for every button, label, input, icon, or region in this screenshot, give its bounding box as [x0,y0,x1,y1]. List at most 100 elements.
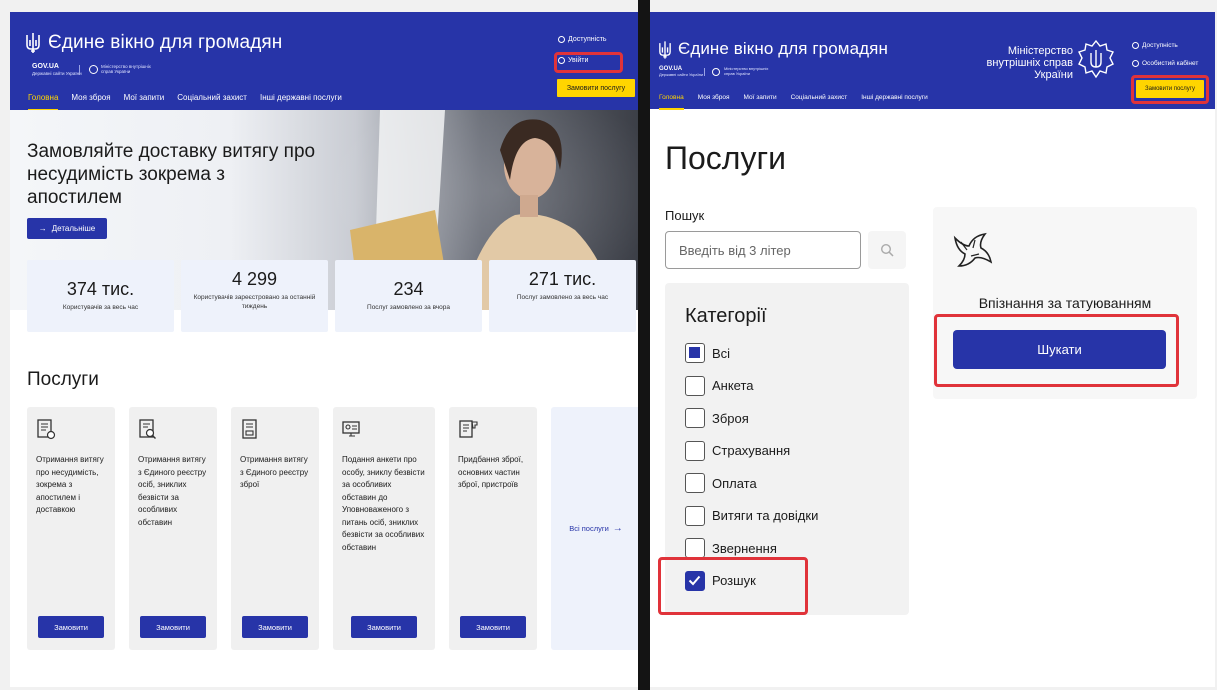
service-cards: Отримання витягу про несудимість, зокрем… [27,407,638,650]
nav-item-my-requests[interactable]: Мої запити [124,93,165,102]
mvs-label: Міністерство внутрішніх справ України [101,64,151,75]
gov-sub-label: Державні сайти України [659,72,704,77]
search-label: Пошук [665,208,705,223]
service-card-title: Отримання витягу з Єдиного реєстру зброї [240,455,309,489]
nav-item-home[interactable]: Головна [659,94,684,110]
globe-icon [712,68,720,76]
nav-item-home[interactable]: Головна [28,93,59,111]
trident-icon [26,33,40,53]
right-screenshot: Єдине вікно для громадян GOV.UA Державні… [650,12,1215,687]
checkbox[interactable] [685,408,705,428]
all-services-link[interactable]: Всі послуги → [551,407,638,650]
tattoo-card-title: Впізнання за татуюванням [978,295,1152,311]
checkbox[interactable] [685,343,705,363]
order-button[interactable]: Замовити [140,616,206,638]
order-button[interactable]: Замовити [242,616,308,638]
category-label: Розшук [712,573,756,588]
checkmark-icon [688,575,701,585]
service-card[interactable]: Придбання зброї, основних частин зброї, … [449,407,537,650]
service-card[interactable]: Подання анкети про особу, зниклу безвіст… [333,407,435,650]
stat-label: Послуг замовлено за весь час [516,294,609,301]
order-service-button[interactable]: Замовити послугу [557,79,635,97]
category-appeals[interactable]: Звернення [685,538,818,558]
category-weapon[interactable]: Зброя [685,408,818,428]
category-all[interactable]: Всі [685,343,818,363]
globe-icon [89,65,98,74]
search-icon [880,243,894,257]
stat-label: Користувачів зареєстровано за останній т… [193,294,316,310]
document-stamp-icon [242,419,257,439]
order-service-button[interactable]: Замовити послугу [1136,80,1204,98]
checkbox[interactable] [685,538,705,558]
service-card-title: Отримання витягу з Єдиного реєстру осіб,… [138,455,207,527]
page-title: Послуги [665,140,787,176]
checkbox[interactable] [685,570,705,591]
site-header: Єдине вікно для громадян GOV.UA Державні… [10,12,638,111]
nav-item-other-services[interactable]: Інші державні послуги [861,94,928,101]
all-services-label: Всі послуги [569,524,609,533]
stat-label: Користувачів за весь час [62,304,139,311]
category-label: Страхування [712,443,791,458]
category-extracts[interactable]: Витяги та довідки [685,505,818,526]
left-screenshot: Єдине вікно для громадян GOV.UA Державні… [10,12,638,687]
site-title[interactable]: Єдине вікно для громадян [48,32,282,54]
services-heading: Послуги [27,369,99,390]
header-separator [704,68,705,76]
stat-value: 374 тис. [66,279,135,299]
monitor-form-icon [342,421,360,437]
gov-ua-label[interactable]: GOV.UA [32,63,59,70]
accessibility-link[interactable]: Доступність [1132,42,1178,49]
category-insurance[interactable]: Страхування [685,440,818,461]
checkbox[interactable] [685,473,705,493]
hero-title: Замовляйте доставку витягу про несудиміс… [27,141,316,208]
search-button[interactable] [868,231,906,269]
site-header: Єдине вікно для громадян GOV.UA Державні… [650,12,1215,110]
nav-item-my-requests[interactable]: Мої запити [744,94,777,101]
category-questionnaire[interactable]: Анкета [685,375,818,396]
stat-label: Послуг замовлено за вчора [367,304,450,311]
nav-item-my-weapon[interactable]: Моя зброя [71,93,110,102]
stats-row: 374 тис. Користувачів за весь час 4 299 … [27,260,636,332]
tattoo-service-card: Впізнання за татуюванням [933,207,1197,399]
screenshot-divider [638,0,650,690]
details-button[interactable]: → Детальніше [27,218,107,239]
categories-heading: Категорії [685,305,767,327]
find-button[interactable]: Шукати [953,330,1166,369]
order-button[interactable]: Замовити [38,616,104,638]
site-title[interactable]: Єдине вікно для громадян [678,39,888,59]
category-label: Всі [712,345,731,361]
category-label: Звернення [712,540,777,556]
categories-panel: Категорії Всі Анкета Зброя Страхування О… [665,283,909,615]
service-card-title: Придбання зброї, основних частин зброї, … [458,455,524,489]
nav-item-my-weapon[interactable]: Моя зброя [698,94,730,101]
checkbox[interactable] [685,505,705,526]
mvs-label: Міністерство внутрішніх справ України [724,66,769,76]
nav-item-other-services[interactable]: Інші державні послуги [260,93,342,102]
checkbox[interactable] [685,440,705,461]
ministry-emblem-icon [1078,40,1114,79]
category-search[interactable]: Розшук [685,570,818,591]
service-card[interactable]: Отримання витягу про несудимість, зокрем… [27,407,115,650]
accessibility-link[interactable]: Доступність [558,36,607,43]
order-button[interactable]: Замовити [460,616,526,638]
nav-item-social[interactable]: Соціальний захист [177,93,247,102]
service-card-title: Подання анкети про особу, зниклу безвіст… [342,455,425,552]
login-link[interactable]: Увійти [558,57,588,64]
eye-icon [558,36,565,43]
service-card[interactable]: Отримання витягу з Єдиного реєстру зброї… [231,407,319,650]
document-search-icon [139,419,156,439]
search-input[interactable]: Введіть від 3 літер [665,231,861,269]
main-nav: Головна Моя зброя Мої запити Соціальний … [28,93,342,111]
ministry-name: Міністерство внутрішніх справ України [986,45,1073,81]
category-payment[interactable]: Оплата [685,473,818,493]
nav-item-social[interactable]: Соціальний захист [791,94,848,101]
category-label: Зброя [712,410,749,426]
service-card[interactable]: Отримання витягу з Єдиного реєстру осіб,… [129,407,217,650]
main-nav: Головна Моя зброя Мої запити Соціальний … [659,94,928,110]
arrow-right-icon: → [612,523,623,534]
cabinet-link[interactable]: Особистий кабінет [1132,60,1198,67]
checkbox[interactable] [685,375,705,396]
swallow-tattoo-icon [953,232,993,267]
order-button[interactable]: Замовити [351,616,417,638]
user-icon [1132,60,1139,67]
